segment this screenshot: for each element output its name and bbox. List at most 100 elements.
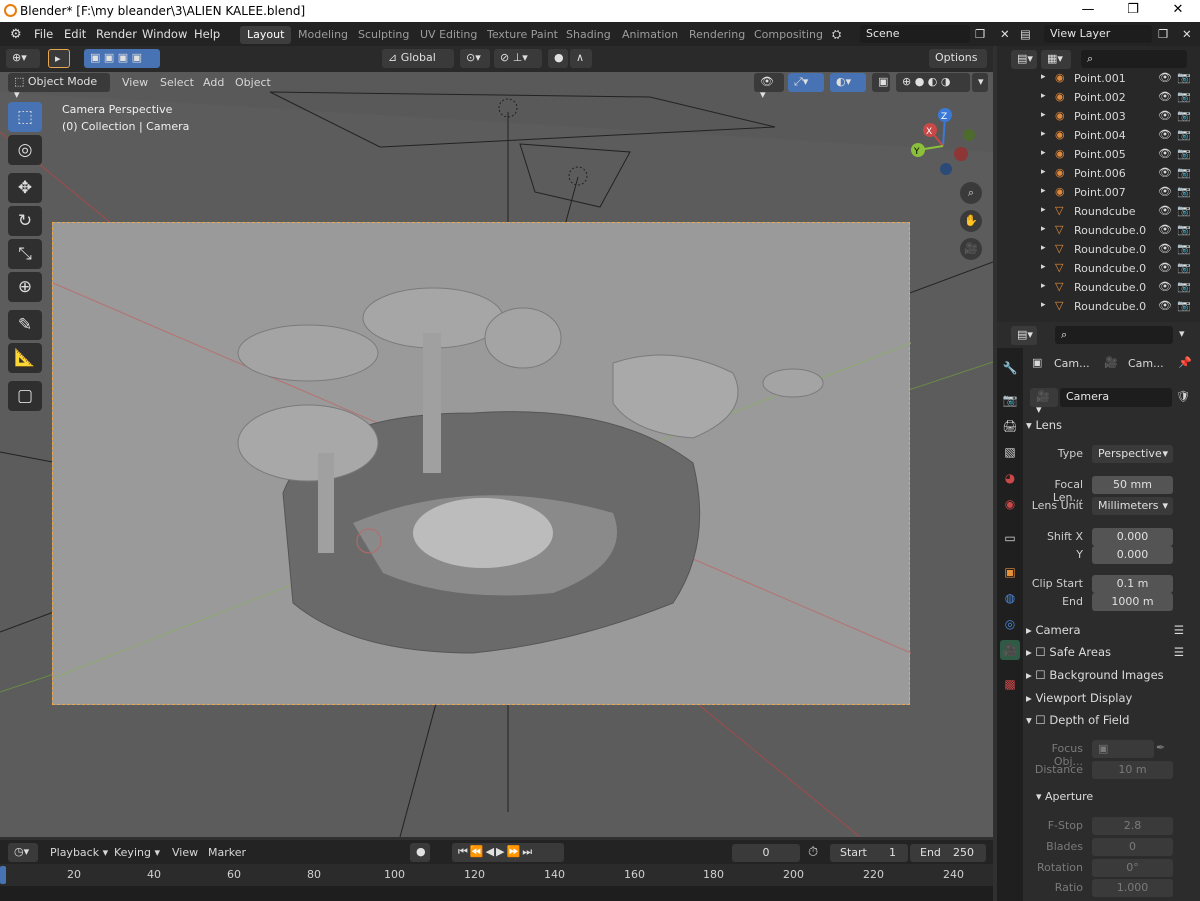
render-camera-icon[interactable]: 📷 [1177,261,1191,274]
copy-scene-icon[interactable]: ❐ [975,27,985,41]
eye-icon[interactable]: 👁 [1158,261,1172,274]
close-button[interactable]: ✕ [1168,2,1188,20]
tab-animation[interactable]: Animation [615,26,685,44]
eye-icon[interactable]: 👁 [1158,185,1172,198]
output-tab-icon[interactable]: 🖨 [1000,416,1020,436]
select-tool-icon[interactable]: ▸ [48,49,70,68]
outliner-item[interactable]: ▸ ◉ Point.001 👁 📷 [997,69,1200,88]
start-frame-field[interactable]: Start 1 [830,844,908,862]
cursor-tool-icon[interactable]: ◎ [8,135,42,165]
render-camera-icon[interactable]: 📷 [1177,109,1191,122]
menu-playback[interactable]: Playback ▾ [50,846,108,859]
options-button[interactable]: Options [929,49,987,68]
expand-arrow-icon[interactable]: ▸ [1041,186,1046,196]
outliner-item[interactable]: ▸ ▽ Roundcube.0 👁 📷 [997,221,1200,240]
expand-arrow-icon[interactable]: ▸ [1041,300,1046,310]
outliner-item[interactable]: ▸ ◉ Point.005 👁 📷 [997,145,1200,164]
minimize-button[interactable]: — [1078,2,1098,20]
eye-icon[interactable]: 👁 [1158,147,1172,160]
render-camera-icon[interactable]: 📷 [1177,166,1191,179]
properties-editor-type-icon[interactable]: ▤▾ [1011,326,1037,345]
select-box-tool-icon[interactable]: ⬚ [8,102,42,132]
fake-user-icon[interactable]: 🛡 [1176,390,1190,403]
3d-viewport[interactable]: ⬚ Object Mode ▾ View Select Add Object 👁… [0,72,993,837]
properties-search-input[interactable]: ⌕ [1055,326,1173,344]
ratio-field[interactable]: 1.000 [1092,879,1173,897]
mode-selector[interactable]: ⬚ Object Mode ▾ [8,73,110,101]
move-tool-icon[interactable]: ✥ [8,173,42,203]
eye-icon[interactable]: 👁 [1158,223,1172,236]
tab-rendering[interactable]: Rendering [682,26,752,44]
view-layer-icon[interactable]: ▤ [1020,27,1031,41]
visibility-icon[interactable]: 👁▾ [754,73,784,101]
menu-marker[interactable]: Marker [208,846,246,859]
measure-tool-icon[interactable]: 📐 [8,343,42,373]
expand-arrow-icon[interactable]: ▸ [1041,205,1046,215]
camera-section[interactable]: ▸ Camera ☰ [1026,623,1196,643]
rotate-tool-icon[interactable]: ↻ [8,206,42,236]
scale-tool-icon[interactable]: ⤡ [8,239,42,269]
menu-timeline-view[interactable]: View [172,846,198,859]
outliner-item[interactable]: ▸ ▽ Roundcube.0 👁 📷 [997,240,1200,259]
display-mode-icon[interactable]: ▦▾ [1041,50,1071,69]
scene-type-icon[interactable]: ⛭ [832,27,841,42]
clip-end-field[interactable]: 1000 m [1092,593,1173,611]
world-tab-icon[interactable]: ◉ [1000,494,1020,514]
outliner-item[interactable]: ▸ ▽ Roundcube.0 👁 📷 [997,259,1200,278]
tab-layout[interactable]: Layout [240,26,292,44]
navigation-gizmo[interactable]: Z X Y [905,104,990,179]
expand-arrow-icon[interactable]: ▸ [1041,167,1046,177]
view-layer-selector[interactable]: View Layer [1044,25,1152,43]
expand-arrow-icon[interactable]: ▸ [1041,72,1046,82]
expand-arrow-icon[interactable]: ▸ [1041,243,1046,253]
expand-arrow-icon[interactable]: ▸ [1041,262,1046,272]
shift-x-field[interactable]: 0.000 [1092,528,1173,546]
collection-tab-icon[interactable]: ▭ [1000,528,1020,548]
eye-icon[interactable]: 👁 [1158,166,1172,179]
select-mode-icons[interactable]: ▣ ▣ ▣ ▣ [84,49,160,68]
render-camera-icon[interactable]: 📷 [1177,242,1191,255]
list-icon[interactable]: ☰ [1174,623,1184,637]
eye-icon[interactable]: 👁 [1158,109,1172,122]
fstop-field[interactable]: 2.8 [1092,817,1173,835]
menu-add[interactable]: Add [203,76,224,89]
eye-icon[interactable]: 👁 [1158,71,1172,84]
render-camera-icon[interactable]: 📷 [1177,299,1191,312]
editor-type-icon[interactable]: ⊕▾ [6,49,40,68]
expand-arrow-icon[interactable]: ▸ [1041,148,1046,158]
aperture-section[interactable]: ▾ Aperture [1036,790,1200,810]
remove-view-layer-icon[interactable]: ✕ [1182,27,1192,41]
render-camera-icon[interactable]: 📷 [1177,147,1191,160]
outliner-editor-type-icon[interactable]: ▤▾ [1011,50,1037,69]
outliner-item[interactable]: ▸ ▽ Roundcube.0 👁 📷 [997,297,1200,316]
add-cube-tool-icon[interactable]: ▢ [8,381,42,411]
scene-tab-icon[interactable]: ◕ [1000,468,1020,488]
menu-window[interactable]: Window [142,27,187,41]
viewport-display-section[interactable]: ▸ Viewport Display [1026,691,1196,711]
scene-selector[interactable]: Scene [860,25,970,43]
render-camera-icon[interactable]: 📷 [1177,185,1191,198]
end-frame-field[interactable]: End 250 [910,844,986,862]
annotate-tool-icon[interactable]: ✎ [8,310,42,340]
lens-section[interactable]: ▾ Lens [1026,418,1196,438]
stopwatch-icon[interactable]: ⏱ [808,845,818,860]
maximize-button[interactable]: ❐ [1123,2,1143,20]
menu-help[interactable]: Help [194,27,220,41]
playback-controls[interactable]: ⏮⏪◀▶⏩⏭ [452,843,564,862]
remove-scene-icon[interactable]: ✕ [1000,27,1010,41]
menu-render[interactable]: Render [96,27,137,41]
focus-object-field[interactable]: ▣ [1092,740,1154,758]
render-camera-icon[interactable]: 📷 [1177,90,1191,103]
falloff-icon[interactable]: ∧ [570,49,592,68]
proportional-edit-icon[interactable]: ● [548,49,568,68]
clip-start-field[interactable]: 0.1 m [1092,575,1173,593]
expand-arrow-icon[interactable]: ▸ [1041,224,1046,234]
timeline-ruler[interactable]: 20 40 60 80 100 120 140 160 180 200 220 … [0,864,993,886]
shading-options-icon[interactable]: ▾ [972,73,988,92]
render-camera-icon[interactable]: 📷 [1177,280,1191,293]
camera-view-icon[interactable]: 🎥 [960,238,982,260]
tab-sculpting[interactable]: Sculpting [351,26,416,44]
gizmo-toggle-icon[interactable]: ⤢▾ [788,73,824,92]
focal-length-field[interactable]: 50 mm [1092,476,1173,494]
timeline-editor-type-icon[interactable]: ◷▾ [8,843,38,862]
